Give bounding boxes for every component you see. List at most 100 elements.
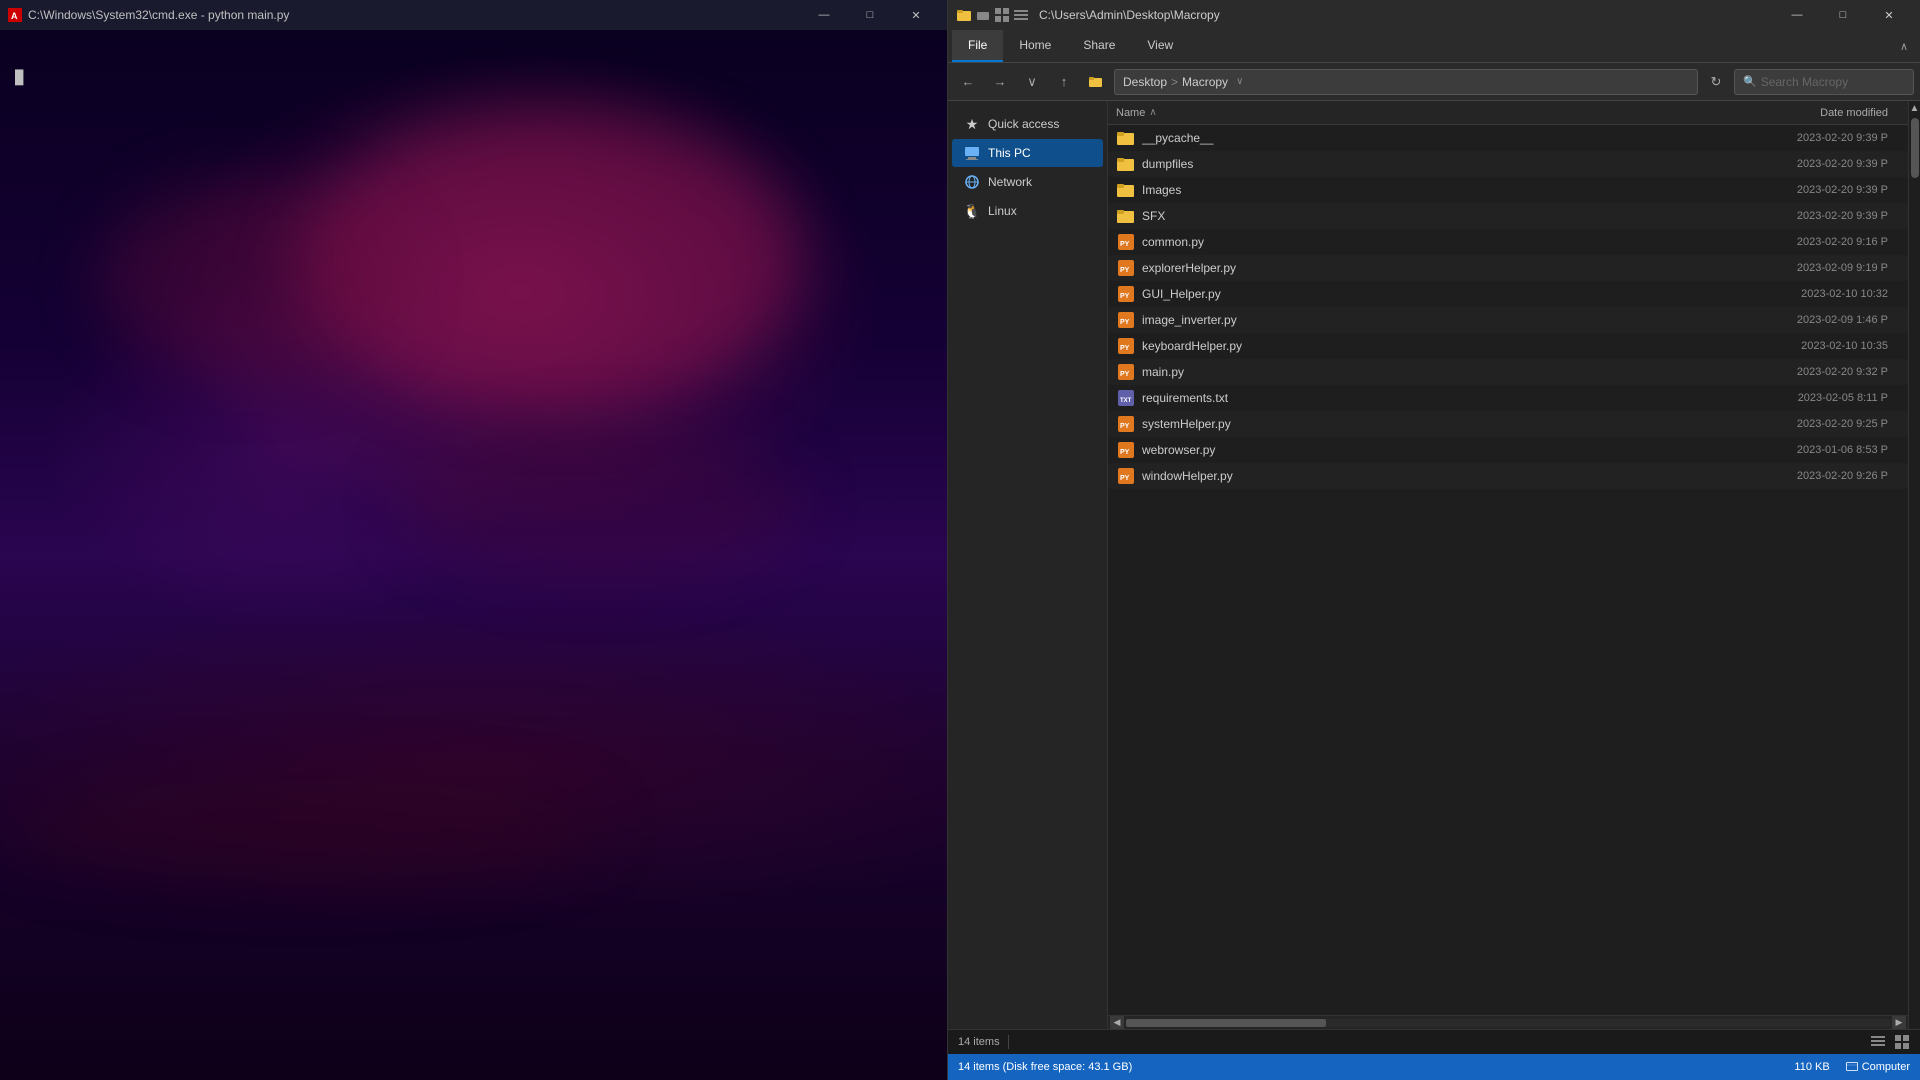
address-bar: ← → ∨ ↑ Desktop > Macropy ∨ ↻ 🔍 Search M… bbox=[948, 63, 1920, 101]
hscroll-track bbox=[1126, 1019, 1890, 1027]
svg-text:PY: PY bbox=[1120, 423, 1130, 430]
file-date: 2023-02-20 9:25 P bbox=[1720, 418, 1900, 430]
svg-text:TXT: TXT bbox=[1120, 398, 1132, 404]
py-icon: PY bbox=[1116, 440, 1136, 460]
file-name: GUI_Helper.py bbox=[1142, 287, 1720, 301]
file-date: 2023-02-10 10:35 bbox=[1720, 340, 1900, 352]
nav-forward-button[interactable]: → bbox=[986, 69, 1014, 95]
ribbon-expand-icon[interactable]: ∧ bbox=[1892, 40, 1916, 53]
cmd-controls: — □ ✕ bbox=[801, 0, 939, 30]
view-list-icon[interactable] bbox=[1870, 1034, 1886, 1050]
sidebar: ★ Quick access This PC bbox=[948, 101, 1108, 1029]
nav-up-button[interactable]: ↑ bbox=[1050, 69, 1078, 95]
cmd-window: A C:\Windows\System32\cmd.exe - python m… bbox=[0, 0, 947, 1080]
breadcrumb-sep-1: > bbox=[1171, 75, 1178, 89]
explorer-close-button[interactable]: ✕ bbox=[1866, 0, 1912, 30]
file-date: 2023-02-20 9:39 P bbox=[1720, 210, 1900, 222]
file-name: windowHelper.py bbox=[1142, 469, 1720, 483]
py-icon: PY bbox=[1116, 232, 1136, 252]
sidebar-item-quick-access[interactable]: ★ Quick access bbox=[952, 110, 1103, 138]
file-name: Images bbox=[1142, 183, 1720, 197]
cmd-close-button[interactable]: ✕ bbox=[893, 0, 939, 30]
file-name: image_inverter.py bbox=[1142, 313, 1720, 327]
file-row[interactable]: PY systemHelper.py 2023-02-20 9:25 P bbox=[1108, 411, 1908, 437]
status-separator bbox=[1008, 1035, 1009, 1049]
folder-icon bbox=[1116, 206, 1136, 226]
cmd-minimize-button[interactable]: — bbox=[801, 0, 847, 30]
view-icon bbox=[1013, 7, 1029, 23]
info-size: 110 KB bbox=[1794, 1061, 1829, 1073]
file-name: requirements.txt bbox=[1142, 391, 1720, 405]
breadcrumb-desktop[interactable]: Desktop bbox=[1123, 75, 1167, 89]
nav-dropdown-button[interactable]: ∨ bbox=[1018, 69, 1046, 95]
refresh-button[interactable]: ↻ bbox=[1702, 69, 1730, 95]
py-icon: PY bbox=[1116, 466, 1136, 486]
sidebar-item-network[interactable]: Network bbox=[952, 168, 1103, 196]
svg-text:PY: PY bbox=[1120, 319, 1130, 326]
this-pc-icon bbox=[964, 145, 980, 161]
file-row[interactable]: TXT requirements.txt 2023-02-05 8:11 P bbox=[1108, 385, 1908, 411]
file-list-header: Name ∧ Date modified bbox=[1108, 101, 1908, 125]
svg-text:PY: PY bbox=[1120, 371, 1130, 378]
nav-back-button[interactable]: ← bbox=[954, 69, 982, 95]
col-name-label: Name bbox=[1116, 107, 1145, 119]
cmd-maximize-button[interactable]: □ bbox=[847, 0, 893, 30]
file-row[interactable]: PY webrowser.py 2023-01-06 8:53 P bbox=[1108, 437, 1908, 463]
status-item-count: 14 items bbox=[958, 1036, 1000, 1048]
sidebar-item-this-pc[interactable]: This PC bbox=[952, 139, 1103, 167]
tab-home[interactable]: Home bbox=[1003, 30, 1067, 62]
linux-icon: 🐧 bbox=[964, 203, 980, 219]
ribbon-tabs: File Home Share View ∧ bbox=[948, 30, 1920, 62]
folder-icon bbox=[1116, 180, 1136, 200]
network-icon bbox=[964, 174, 980, 190]
file-row[interactable]: dumpfiles 2023-02-20 9:39 P bbox=[1108, 151, 1908, 177]
explorer-maximize-button[interactable]: □ bbox=[1820, 0, 1866, 30]
cmd-titlebar: A C:\Windows\System32\cmd.exe - python m… bbox=[0, 0, 947, 30]
tab-file[interactable]: File bbox=[952, 30, 1003, 62]
file-row[interactable]: PY GUI_Helper.py 2023-02-10 10:32 bbox=[1108, 281, 1908, 307]
search-box[interactable]: 🔍 Search Macropy bbox=[1734, 69, 1914, 95]
hscroll-right-button[interactable]: ▶ bbox=[1892, 1016, 1906, 1030]
tab-share[interactable]: Share bbox=[1067, 30, 1131, 62]
file-date: 2023-02-09 9:19 P bbox=[1720, 262, 1900, 274]
file-row[interactable]: Images 2023-02-20 9:39 P bbox=[1108, 177, 1908, 203]
tab-view[interactable]: View bbox=[1131, 30, 1189, 62]
explorer-minimize-button[interactable]: — bbox=[1774, 0, 1820, 30]
breadcrumb-bar[interactable]: Desktop > Macropy ∨ bbox=[1114, 69, 1698, 95]
cloud-decoration-4 bbox=[0, 780, 600, 880]
vscroll-up-button[interactable]: ▲ bbox=[1910, 101, 1920, 114]
folder-icon bbox=[1116, 154, 1136, 174]
svg-text:PY: PY bbox=[1120, 293, 1130, 300]
breadcrumb-dropdown-icon[interactable]: ∨ bbox=[1236, 76, 1243, 87]
file-list: __pycache__ 2023-02-20 9:39 P dumpfiles … bbox=[1108, 125, 1908, 1015]
ribbon: File Home Share View ∧ bbox=[948, 30, 1920, 63]
folder-icon bbox=[1116, 128, 1136, 148]
file-list-area: Name ∧ Date modified __pycache__ 2023-02… bbox=[1108, 101, 1908, 1029]
vscroll-thumb[interactable] bbox=[1911, 118, 1919, 178]
file-row[interactable]: PY image_inverter.py 2023-02-09 1:46 P bbox=[1108, 307, 1908, 333]
file-row[interactable]: __pycache__ 2023-02-20 9:39 P bbox=[1108, 125, 1908, 151]
file-date: 2023-02-20 9:39 P bbox=[1720, 158, 1900, 170]
file-date: 2023-02-09 1:46 P bbox=[1720, 314, 1900, 326]
col-name-sort-arrow[interactable]: ∧ bbox=[1149, 107, 1156, 118]
svg-text:A: A bbox=[11, 11, 18, 21]
vertical-scrollbar[interactable]: ▲ bbox=[1908, 101, 1920, 1029]
file-row[interactable]: PY explorerHelper.py 2023-02-09 9:19 P bbox=[1108, 255, 1908, 281]
svg-text:PY: PY bbox=[1120, 345, 1130, 352]
breadcrumb-macropy[interactable]: Macropy bbox=[1182, 75, 1228, 89]
py-icon: PY bbox=[1116, 258, 1136, 278]
file-row[interactable]: PY keyboardHelper.py 2023-02-10 10:35 bbox=[1108, 333, 1908, 359]
explorer-main: ★ Quick access This PC bbox=[948, 101, 1920, 1029]
info-bar: 14 items (Disk free space: 43.1 GB) 110 … bbox=[948, 1054, 1920, 1080]
svg-text:PY: PY bbox=[1120, 241, 1130, 248]
quick-access-icon: ★ bbox=[964, 116, 980, 132]
file-row[interactable]: SFX 2023-02-20 9:39 P bbox=[1108, 203, 1908, 229]
file-row[interactable]: PY common.py 2023-02-20 9:16 P bbox=[1108, 229, 1908, 255]
sidebar-item-linux[interactable]: 🐧 Linux bbox=[952, 197, 1103, 225]
file-row[interactable]: PY main.py 2023-02-20 9:32 P bbox=[1108, 359, 1908, 385]
hscroll-left-button[interactable]: ◀ bbox=[1110, 1016, 1124, 1030]
hscroll-thumb[interactable] bbox=[1126, 1019, 1326, 1027]
view-grid-icon[interactable] bbox=[1894, 1034, 1910, 1050]
file-row[interactable]: PY windowHelper.py 2023-02-20 9:26 P bbox=[1108, 463, 1908, 489]
horizontal-scrollbar[interactable]: ◀ ▶ bbox=[1108, 1015, 1908, 1029]
